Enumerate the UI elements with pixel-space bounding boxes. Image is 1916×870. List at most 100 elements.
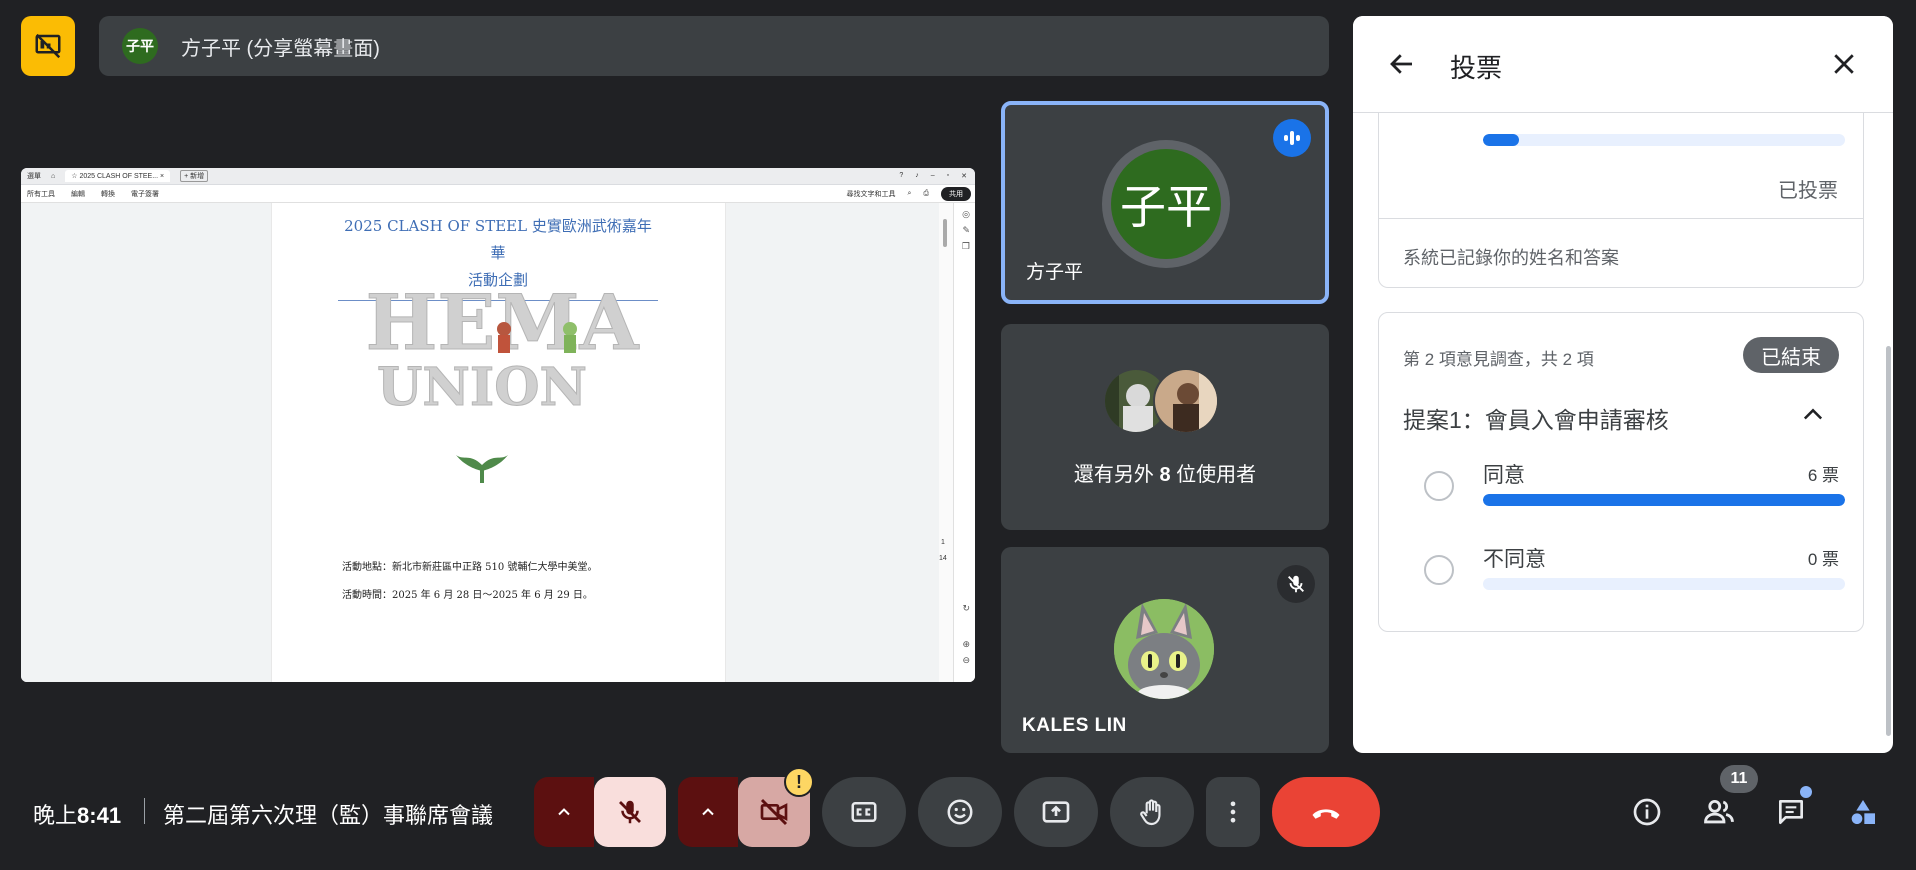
camera-off-icon [760, 798, 788, 826]
mic-off-icon [1288, 575, 1304, 593]
emoji-icon [947, 799, 973, 825]
refresh-icon: ↻ [962, 603, 970, 613]
panel-title: 投票 [1450, 53, 1503, 83]
shared-find-text: 尋找文字和工具 [846, 190, 896, 198]
participant-tile-others[interactable]: 還有另外 8 位使用者 [1001, 324, 1329, 530]
shared-window-controls: ? ♪ – ▫ ✕ [899, 172, 975, 180]
others-suffix: 位使用者 [1170, 464, 1257, 486]
panel-scrollbar[interactable] [1886, 346, 1891, 736]
copy-icon: ❐ [961, 241, 970, 251]
shared-screen[interactable]: 選單 ⌂ ☆ 2025 CLASH OF STEE... × + 新增 ? ♪ … [21, 168, 975, 682]
speaker-ring: 子平 [1102, 140, 1230, 268]
shared-tabbar: 選單 ⌂ ☆ 2025 CLASH OF STEE... × + 新增 ? ♪ … [21, 168, 975, 185]
card-divider [1379, 218, 1863, 219]
shared-scrollbar: 1 14 [939, 203, 953, 682]
minimize-icon: – [930, 172, 935, 179]
reactions-button[interactable] [918, 777, 1002, 847]
people-button[interactable] [1697, 790, 1741, 834]
hema-union-logo: HEMA UNION [365, 285, 640, 483]
chat-icon [1779, 800, 1803, 824]
help-icon: ? [899, 172, 904, 179]
chevron-up-icon [702, 808, 714, 816]
collapse-button[interactable] [1799, 401, 1827, 434]
poll-option-bar [1483, 494, 1845, 506]
recorded-notice: 系統已記錄你的姓名和答案 [1403, 248, 1619, 268]
shared-page-total: 14 [939, 555, 947, 562]
others-prefix: 還有另外 [1073, 464, 1160, 486]
poll-status-badge: 已結束 [1743, 337, 1839, 373]
poll-option-radio[interactable] [1424, 555, 1454, 585]
poll-card: 第 2 項意見調查，共 2 項 已結束 提案1：會員入會申請審核 同意 6 票 … [1378, 312, 1864, 632]
poll-option-bar-fill [1483, 494, 1845, 506]
participant-name: KALES LIN [1022, 715, 1127, 736]
video-options-button[interactable] [678, 777, 738, 847]
comment-icon: ◎ [962, 209, 970, 219]
poll-option-radio[interactable] [1424, 471, 1454, 501]
shared-right-tools: 尋找文字和工具 ⌕ ⎙ 共用 [846, 186, 975, 201]
present-screen-button[interactable] [1014, 777, 1098, 847]
audio-options-button[interactable] [534, 777, 594, 847]
presenter-avatar: 子平 [122, 28, 158, 64]
closed-captions-icon [851, 802, 877, 822]
poll-option-label: 不同意 [1483, 548, 1546, 571]
shared-menu-label: 選單 [27, 173, 41, 180]
chevron-up-icon [1803, 408, 1823, 420]
previous-poll-bar [1483, 134, 1845, 146]
others-count: 8 [1159, 464, 1171, 486]
poll-option-label: 同意 [1483, 464, 1525, 487]
others-avatars [1103, 368, 1233, 434]
close-panel-button[interactable] [1829, 49, 1859, 84]
close-icon [1834, 54, 1854, 74]
presentation-off-icon [35, 33, 61, 59]
participant-tile-speaker[interactable]: 子平 方子平 [1001, 101, 1329, 304]
chat-notification-dot [1800, 786, 1812, 798]
more-options-button[interactable] [1206, 777, 1260, 847]
bell-icon: ♪ [915, 172, 919, 179]
presentation-indicator[interactable] [21, 16, 75, 76]
back-button[interactable] [1387, 49, 1417, 84]
meeting-clock: 晚上8:41 [33, 798, 121, 830]
shared-menu-item: 所有工具 [27, 190, 55, 198]
zoom-in-icon: ⊕ [962, 639, 970, 649]
poll-option-votes: 0 票 [1807, 550, 1839, 569]
meeting-details-button[interactable] [1625, 790, 1669, 834]
print-icon: ⎙ [923, 189, 929, 197]
close-icon: ✕ [961, 173, 967, 180]
shared-document-area: 2025 CLASH OF STEEL 史實歐洲武術嘉年華 活動企劃 HEMA … [21, 203, 975, 682]
audio-level-icon [1284, 131, 1300, 145]
captions-button[interactable] [822, 777, 906, 847]
previous-poll-bar-fill [1483, 134, 1520, 146]
activities-shapes-icon [1851, 800, 1875, 824]
raise-hand-button[interactable] [1110, 777, 1194, 847]
shared-tab-title: 2025 CLASH OF STEE... [79, 173, 159, 180]
call-end-icon [1312, 809, 1340, 819]
participant-tile-kales[interactable]: KALES LIN [1001, 547, 1329, 753]
mic-toggle-button[interactable] [594, 777, 666, 847]
poll-counter: 第 2 項意見調查，共 2 項 [1403, 350, 1594, 369]
logo-text-bottom: UNION [377, 357, 587, 418]
shared-menu-item: 編輯 [71, 190, 85, 198]
restore-icon: ▫ [946, 172, 950, 179]
shared-document-page: 2025 CLASH OF STEEL 史實歐洲武術嘉年華 活動企劃 HEMA … [271, 203, 726, 682]
camera-alert-badge: ! [784, 767, 814, 797]
clock-separator [144, 798, 145, 824]
speaker-avatar: 子平 [1111, 149, 1221, 259]
voted-label: 已投票 [1778, 180, 1838, 202]
activities-button[interactable] [1841, 790, 1885, 834]
presenter-bar[interactable]: 子平 方子平 (分享螢幕畫面) [99, 16, 1329, 76]
home-icon: ⌂ [51, 172, 56, 180]
people-count-badge: 11 [1720, 765, 1758, 793]
shared-sidebar: ◎ ✎ ❐ ↻ ⊕ ⊖ [953, 203, 975, 682]
shared-scroll-thumb [943, 219, 947, 247]
leave-call-button[interactable] [1272, 777, 1380, 847]
mic-off-icon [619, 800, 641, 824]
info-icon [1633, 798, 1661, 826]
shared-menubar: 所有工具 編輯 轉換 電子簽署 尋找文字和工具 ⌕ ⎙ 共用 [21, 185, 975, 203]
search-icon: ⌕ [907, 189, 912, 197]
shared-doc-tab: ☆ 2025 CLASH OF STEE... × [65, 170, 171, 182]
arrow-back-icon [1390, 54, 1412, 74]
presenter-label: 方子平 (分享螢幕畫面) [181, 37, 380, 60]
cat-avatar [1114, 599, 1214, 699]
doc-location-line: 活動地點：新北市新莊區中正路 510 號輔仁大學中美堂。 [342, 562, 598, 573]
participant-name: 方子平 [1026, 262, 1084, 283]
